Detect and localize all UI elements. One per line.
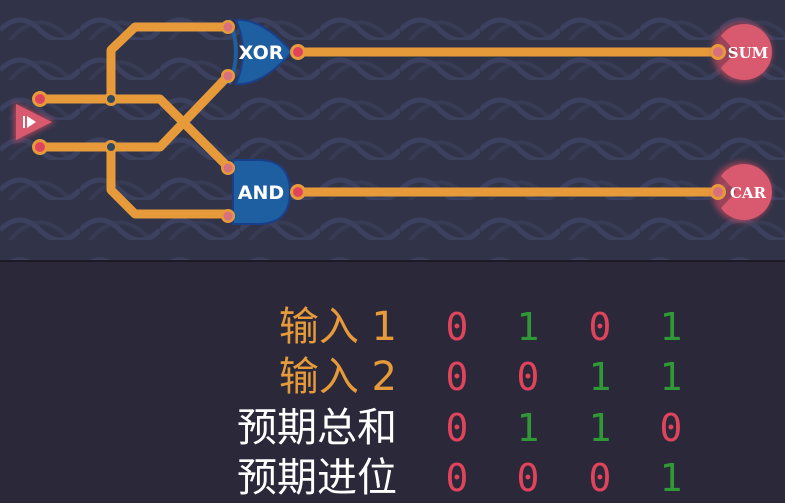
- bit-value: 1: [659, 355, 683, 399]
- circuit-board[interactable]: XOR AND SUM CAR: [0, 0, 785, 260]
- bit-value: 0: [516, 456, 540, 500]
- table-row: 输入 1 0 1 0 1: [0, 302, 785, 352]
- bit-value: 0: [588, 305, 612, 349]
- row-label: 预期总和: [237, 405, 397, 451]
- table-row: 预期总和 0 1 1 0: [0, 403, 785, 453]
- bit-value: 0: [445, 406, 469, 450]
- bit-value: 1: [588, 406, 612, 450]
- bit-value: 1: [659, 305, 683, 349]
- bit-value: 0: [445, 305, 469, 349]
- gate-label: AND: [238, 182, 284, 204]
- row-label: 输入 2: [278, 354, 397, 400]
- bit-value: 1: [516, 406, 540, 450]
- row-label: 输入 1: [278, 304, 397, 350]
- bit-value: 1: [588, 355, 612, 399]
- output-label: SUM: [728, 44, 769, 62]
- bit-value: 0: [445, 355, 469, 399]
- table-row: 输入 2 0 0 1 1: [0, 352, 785, 402]
- gate-label: XOR: [239, 42, 284, 64]
- bit-value: 0: [516, 355, 540, 399]
- bit-value: 0: [445, 456, 469, 500]
- bit-value: 1: [659, 456, 683, 500]
- bit-value: 0: [659, 406, 683, 450]
- table-row: 预期进位 0 0 0 1: [0, 453, 785, 503]
- row-label: 预期进位: [237, 455, 397, 501]
- bit-value: 1: [516, 305, 540, 349]
- output-label: CAR: [730, 184, 767, 202]
- bit-value: 0: [588, 456, 612, 500]
